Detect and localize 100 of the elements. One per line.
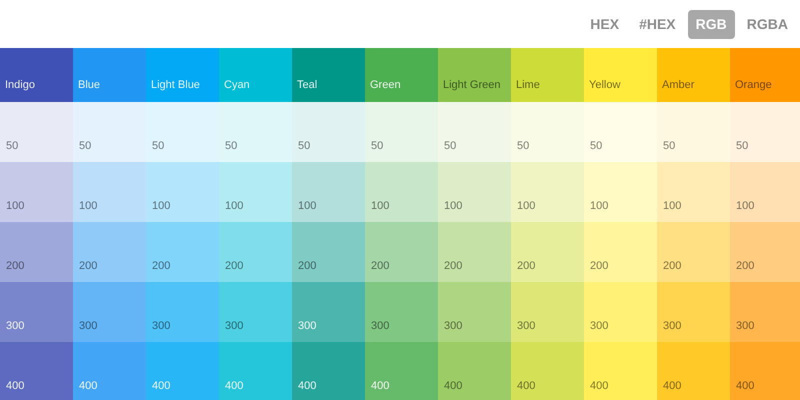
shade-label: 300	[371, 318, 390, 334]
color-swatch[interactable]: 50	[146, 102, 219, 162]
shade-label: 200	[444, 258, 462, 274]
color-swatch[interactable]: 100	[73, 162, 146, 222]
color-swatch[interactable]: 300	[584, 282, 657, 342]
color-swatch[interactable]: 200	[438, 222, 511, 282]
shade-label: 100	[298, 198, 316, 214]
palette-name: Teal	[297, 78, 318, 92]
color-swatch[interactable]: 50	[73, 102, 146, 162]
shade-label: 200	[663, 258, 682, 274]
color-swatch[interactable]: 50	[438, 102, 511, 162]
shade-label: 100	[79, 198, 98, 214]
color-swatch[interactable]: 300	[657, 282, 730, 342]
color-swatch[interactable]: 100	[438, 162, 511, 222]
color-swatch[interactable]: 400	[0, 342, 73, 400]
shade-label: 400	[590, 378, 608, 394]
color-swatch[interactable]: 200	[292, 222, 365, 282]
shade-label: 200	[371, 258, 390, 274]
shade-label: 50	[444, 138, 456, 154]
shade-label: 200	[590, 258, 608, 274]
color-swatch[interactable]: 200	[584, 222, 657, 282]
color-swatch[interactable]: 100	[0, 162, 73, 222]
color-swatch[interactable]: 50	[730, 102, 800, 162]
color-swatch[interactable]: 100	[511, 162, 584, 222]
color-swatch[interactable]: 200	[0, 222, 73, 282]
color-swatch[interactable]: 200	[657, 222, 730, 282]
color-swatch[interactable]: 300	[73, 282, 146, 342]
shade-label: 200	[79, 258, 98, 274]
palette-name: Light Green	[443, 78, 500, 92]
format-tab[interactable]: HEX	[582, 10, 628, 38]
shade-label: 100	[663, 198, 682, 214]
palette-name: Indigo	[5, 78, 35, 92]
color-swatch[interactable]: 100	[584, 162, 657, 222]
palette-name: Green	[370, 78, 401, 92]
color-swatch[interactable]: 100	[657, 162, 730, 222]
color-swatch[interactable]: 200	[219, 222, 292, 282]
color-swatch[interactable]: 300	[292, 282, 365, 342]
color-swatch[interactable]: 400	[219, 342, 292, 400]
color-swatch[interactable]: 400	[511, 342, 584, 400]
color-swatch[interactable]: 50	[657, 102, 730, 162]
color-swatch[interactable]: 300	[146, 282, 219, 342]
shade-label: 50	[663, 138, 676, 154]
shade-label: 100	[736, 198, 754, 214]
color-swatch[interactable]: 400	[146, 342, 219, 400]
color-swatch[interactable]: 50	[511, 102, 584, 162]
shade-label: 100	[225, 198, 244, 214]
color-swatch[interactable]: 400	[584, 342, 657, 400]
color-swatch[interactable]: 400	[73, 342, 146, 400]
color-swatch[interactable]: 100	[365, 162, 438, 222]
palette-name: Amber	[662, 78, 694, 92]
color-swatch[interactable]: 400	[730, 342, 800, 400]
color-swatch[interactable]: 300	[219, 282, 292, 342]
shade-label: 100	[371, 198, 390, 214]
format-tab[interactable]: #HEX	[631, 10, 684, 38]
color-swatch[interactable]: 100	[146, 162, 219, 222]
shade-label: 300	[6, 318, 24, 334]
color-swatch[interactable]: 300	[438, 282, 511, 342]
shade-label: 400	[371, 378, 390, 394]
color-swatch[interactable]: 50	[365, 102, 438, 162]
color-swatch[interactable]: 400	[292, 342, 365, 400]
shade-label: 200	[736, 258, 754, 274]
color-swatch[interactable]: 300	[0, 282, 73, 342]
shade-label: 50	[736, 138, 748, 154]
color-swatch[interactable]: 200	[365, 222, 438, 282]
color-swatch[interactable]: 100	[292, 162, 365, 222]
shade-label: 100	[590, 198, 608, 214]
shade-label: 300	[517, 318, 536, 334]
shade-label: 50	[590, 138, 602, 154]
shade-label: 300	[225, 318, 244, 334]
palette-name: Orange	[735, 78, 772, 92]
shade-label: 50	[225, 138, 238, 154]
color-swatch[interactable]: 200	[146, 222, 219, 282]
shade-label: 400	[444, 378, 462, 394]
color-swatch[interactable]: 200	[730, 222, 800, 282]
color-swatch[interactable]: 300	[511, 282, 584, 342]
color-swatch[interactable]: 100	[730, 162, 800, 222]
color-swatch[interactable]: 300	[730, 282, 800, 342]
color-swatch[interactable]: 50	[292, 102, 365, 162]
shade-label: 300	[298, 318, 316, 334]
shade-label: 100	[517, 198, 536, 214]
shade-label: 400	[79, 378, 98, 394]
color-swatch[interactable]: 50	[0, 102, 73, 162]
color-swatch[interactable]: 400	[657, 342, 730, 400]
format-tab[interactable]: RGB	[688, 10, 735, 38]
color-swatch[interactable]: 200	[511, 222, 584, 282]
shade-label: 50	[6, 138, 18, 154]
shade-label: 200	[298, 258, 316, 274]
color-swatch[interactable]: 400	[438, 342, 511, 400]
color-swatch[interactable]: 200	[73, 222, 146, 282]
shade-label: 300	[79, 318, 98, 334]
shade-label: 400	[225, 378, 244, 394]
shade-label: 400	[736, 378, 754, 394]
color-swatch[interactable]: 50	[584, 102, 657, 162]
color-swatch[interactable]: 400	[365, 342, 438, 400]
format-tab[interactable]: RGBA	[738, 10, 796, 38]
color-swatch[interactable]: 50	[219, 102, 292, 162]
shade-label: 50	[79, 138, 92, 154]
shade-label: 400	[6, 378, 24, 394]
color-swatch[interactable]: 300	[365, 282, 438, 342]
color-swatch[interactable]: 100	[219, 162, 292, 222]
